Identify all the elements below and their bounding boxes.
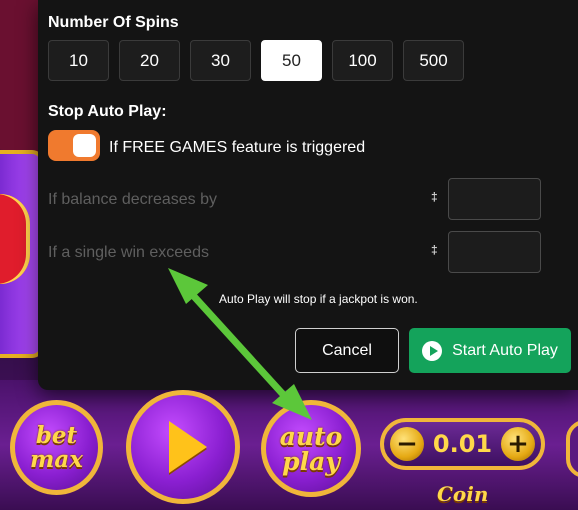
number-of-spins-title: Number Of Spins [48, 14, 179, 31]
spin-option-20[interactable]: 20 [119, 40, 180, 81]
currency-symbol: ‡ [431, 243, 438, 257]
bet-max-button[interactable]: bet max [10, 400, 103, 495]
coin-selector: − 0.01 + [380, 418, 545, 470]
spin-option-30[interactable]: 30 [190, 40, 251, 81]
play-triangle-icon [169, 421, 207, 473]
auto-play-line1: auto [279, 421, 343, 451]
auto-play-button[interactable]: auto play [261, 400, 361, 497]
play-icon [422, 340, 443, 361]
toggle-knob [73, 134, 96, 157]
spin-option-10[interactable]: 10 [48, 40, 109, 81]
spin-option-500[interactable]: 500 [403, 40, 464, 81]
balance-decrease-label: If balance decreases by [48, 191, 217, 208]
free-games-label: If FREE GAMES feature is triggered [109, 139, 366, 156]
auto-play-dialog: Number Of Spins 10 20 30 50 100 500 Stop… [38, 0, 578, 390]
stop-auto-play-title: Stop Auto Play: [48, 103, 167, 120]
coin-increase-button[interactable]: + [501, 427, 535, 461]
cancel-button[interactable]: Cancel [295, 328, 399, 373]
start-auto-play-label: Start Auto Play [452, 341, 558, 359]
spin-option-100[interactable]: 100 [332, 40, 393, 81]
cancel-label: Cancel [322, 341, 372, 359]
balance-decrease-input[interactable] [448, 178, 541, 220]
reel-symbol [0, 194, 30, 284]
spin-button[interactable] [126, 390, 240, 504]
free-games-toggle[interactable] [48, 130, 100, 161]
currency-symbol: ‡ [431, 190, 438, 204]
start-auto-play-button[interactable]: Start Auto Play [409, 328, 571, 373]
spin-count-options: 10 20 30 50 100 500 [48, 40, 464, 81]
coin-label: Coin [437, 482, 489, 506]
single-win-label: If a single win exceeds [48, 244, 209, 261]
bet-max-line1: bet [35, 421, 78, 449]
jackpot-note: Auto Play will stop if a jackpot is won. [219, 292, 418, 306]
coin-value: 0.01 [432, 430, 493, 458]
auto-play-line2: play [282, 446, 340, 476]
single-win-input[interactable] [448, 231, 541, 273]
bet-max-line2: max [30, 445, 83, 473]
spin-option-50[interactable]: 50 [261, 40, 322, 81]
coin-decrease-button[interactable]: − [390, 427, 424, 461]
